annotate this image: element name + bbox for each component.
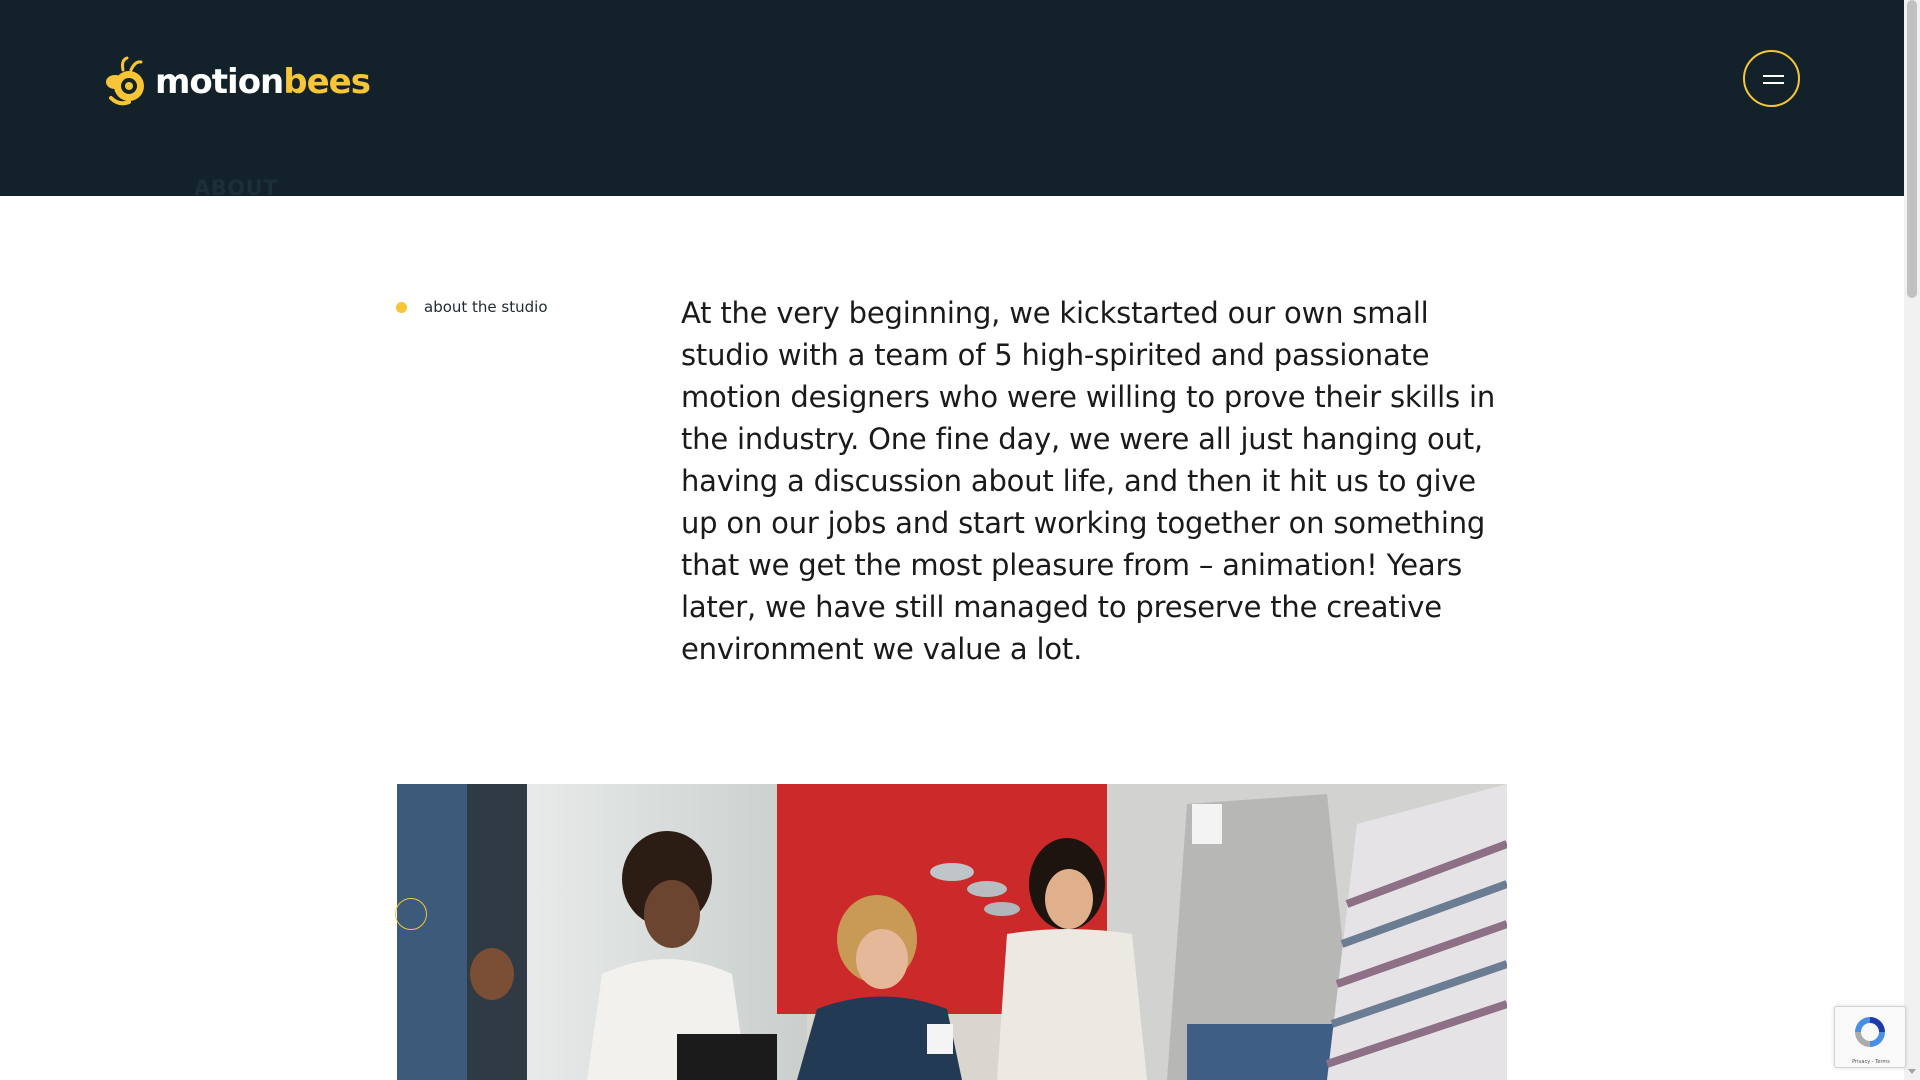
site-logo[interactable]: motionbees [103, 56, 371, 108]
menu-button[interactable] [1743, 50, 1800, 107]
logo-wordmark: motionbees [155, 56, 371, 108]
section-label-text: about the studio [424, 298, 548, 316]
logo-text-bees: bees [283, 62, 371, 102]
site-header: motionbees ABOUT [0, 0, 1904, 196]
team-photo [397, 784, 1507, 1080]
recaptcha-links[interactable]: Privacy - Terms [1835, 1059, 1907, 1065]
hamburger-menu-icon [1763, 75, 1784, 77]
scrollbar-thumb[interactable] [1907, 0, 1917, 298]
nav-hint-label: ABOUT [194, 176, 278, 196]
hamburger-menu-icon-line [1763, 82, 1784, 84]
scroll-down-arrow-icon[interactable] [1908, 1069, 1916, 1074]
logo-text-motion: motion [155, 62, 284, 102]
bee-icon [106, 56, 144, 106]
recaptcha-badge[interactable]: Privacy - Terms [1834, 1006, 1906, 1068]
cursor-ring [395, 898, 427, 930]
intro-paragraph: At the very beginning, we kickstarted ou… [681, 296, 1495, 666]
recaptcha-icon [1855, 1017, 1885, 1047]
section-label: about the studio [396, 298, 548, 316]
bullet-dot-icon [396, 301, 407, 313]
